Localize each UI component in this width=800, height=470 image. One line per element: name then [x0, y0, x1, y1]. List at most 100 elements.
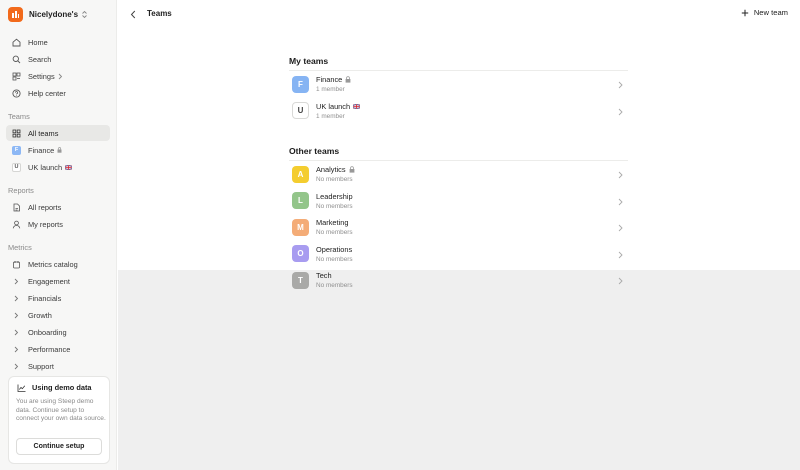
team-row-operations[interactable]: O Operations No members: [289, 241, 628, 268]
grid-icon: [12, 129, 21, 138]
nav-all-teams[interactable]: All teams: [6, 125, 110, 141]
team-row-leadership[interactable]: L Leadership No members: [289, 188, 628, 215]
nav-settings-label: Settings: [28, 71, 55, 81]
team-members: 1 member: [316, 112, 345, 120]
team-members: 1 member: [316, 86, 345, 94]
back-button[interactable]: [128, 8, 138, 20]
team-row-marketing[interactable]: M Marketing No members: [289, 214, 628, 241]
metric-group-performance[interactable]: Performance: [6, 341, 110, 357]
my-teams-title: My teams: [289, 56, 329, 66]
metric-group-growth[interactable]: Growth: [6, 307, 110, 323]
team-name: Analytics: [316, 165, 346, 175]
nav-metrics-catalog[interactable]: Metrics catalog: [6, 256, 110, 272]
team-members: No members: [316, 255, 353, 263]
team-members: No members: [316, 202, 353, 210]
chevron-right-icon: [58, 73, 63, 80]
team-avatar: U: [12, 162, 21, 172]
new-team-button[interactable]: New team: [741, 8, 788, 17]
continue-setup-button[interactable]: Continue setup: [16, 438, 102, 455]
teams-list: My teams F Finance 1 member U UK launch …: [289, 56, 628, 294]
sidebar-team-label: UK launch: [28, 162, 63, 172]
workspace-logo: [8, 6, 23, 22]
metric-group-label: Performance: [28, 344, 71, 354]
nav-metrics-catalog-label: Metrics catalog: [28, 259, 78, 269]
search-icon: [12, 55, 21, 64]
nav-all-reports-label: All reports: [28, 202, 62, 212]
chevron-right-icon: [12, 345, 21, 354]
team-row-tech[interactable]: T Tech No members: [289, 267, 628, 294]
chevron-right-icon: [618, 224, 623, 232]
workspace-switcher[interactable]: Nicelydone's: [8, 6, 88, 22]
help-icon: [12, 88, 21, 98]
line-chart-icon: [17, 384, 26, 392]
nav-search-label: Search: [28, 54, 52, 64]
reports-icon: [12, 203, 21, 212]
user-icon: [12, 220, 21, 229]
nav-help-label: Help center: [28, 88, 66, 98]
nav-help-center[interactable]: Help center: [6, 85, 110, 101]
lock-icon: [345, 76, 351, 83]
uk-flag-icon: [65, 164, 73, 170]
nav-search[interactable]: Search: [6, 51, 110, 67]
lock-icon: [349, 166, 354, 173]
metric-group-label: Onboarding: [28, 327, 67, 337]
team-avatar: A: [292, 165, 309, 183]
nav-my-reports[interactable]: My reports: [6, 216, 110, 232]
chevron-right-icon: [12, 294, 21, 303]
workspace-name: Nicelydone's: [29, 9, 79, 19]
nav-all-teams-label: All teams: [28, 128, 59, 138]
team-name: UK launch: [316, 101, 351, 111]
reports-section-label: Reports: [8, 186, 34, 195]
other-teams-title: Other teams: [289, 146, 340, 156]
demo-card-text: You are using Steep demo data. Continue …: [16, 398, 106, 422]
metric-group-support[interactable]: Support: [6, 358, 110, 374]
chevron-right-icon: [618, 108, 623, 115]
plus-icon: [741, 9, 749, 16]
team-members: No members: [316, 229, 353, 237]
chevron-left-icon: [130, 10, 136, 18]
demo-card-title: Using demo data: [17, 383, 92, 392]
sidebar: Nicelydone's Home Search Settings Help c…: [0, 0, 117, 470]
settings-icon: [12, 72, 21, 81]
metric-group-onboarding[interactable]: Onboarding: [6, 324, 110, 340]
team-avatar: T: [292, 271, 309, 289]
chevron-right-icon: [12, 328, 21, 337]
demo-data-card: Using demo data You are using Steep demo…: [8, 376, 110, 464]
team-avatar: O: [292, 245, 309, 263]
teams-section-label: Teams: [8, 112, 30, 121]
nav-all-reports[interactable]: All reports: [6, 199, 110, 215]
chevron-updown-icon: [82, 10, 87, 18]
metric-group-label: Support: [28, 361, 54, 371]
team-name: Leadership: [316, 191, 353, 201]
team-row-uk-launch[interactable]: U UK launch 1 member: [289, 98, 628, 125]
nav-home[interactable]: Home: [6, 34, 110, 50]
nav-settings[interactable]: Settings: [6, 68, 110, 84]
metrics-section-label: Metrics: [8, 243, 32, 252]
lock-icon: [57, 147, 62, 153]
overlay-dim-area: [118, 270, 800, 470]
uk-flag-icon: [353, 103, 361, 109]
metric-group-label: Financials: [28, 293, 62, 303]
home-icon: [12, 38, 21, 47]
team-name: Marketing: [316, 218, 349, 228]
chevron-right-icon: [12, 311, 21, 320]
team-name: Operations: [316, 244, 353, 254]
chevron-right-icon: [12, 362, 21, 371]
team-row-finance[interactable]: F Finance 1 member: [289, 71, 628, 98]
metric-group-engagement[interactable]: Engagement: [6, 273, 110, 289]
new-team-label: New team: [753, 8, 788, 17]
team-avatar: L: [292, 192, 309, 210]
chevron-right-icon: [618, 198, 623, 205]
team-avatar: F: [12, 145, 21, 155]
chevron-right-icon: [618, 81, 623, 89]
team-members: No members: [316, 282, 353, 290]
chevron-right-icon: [618, 171, 623, 179]
page-title: Teams: [147, 9, 172, 18]
metric-group-label: Growth: [28, 310, 52, 320]
metric-group-financials[interactable]: Financials: [6, 290, 110, 306]
team-name: Finance: [316, 75, 343, 85]
team-row-analytics[interactable]: A Analytics No members: [289, 161, 628, 188]
team-avatar: F: [292, 75, 309, 93]
sidebar-team-uk-launch[interactable]: U UK launch: [6, 159, 110, 175]
sidebar-team-finance[interactable]: F Finance: [6, 142, 110, 158]
